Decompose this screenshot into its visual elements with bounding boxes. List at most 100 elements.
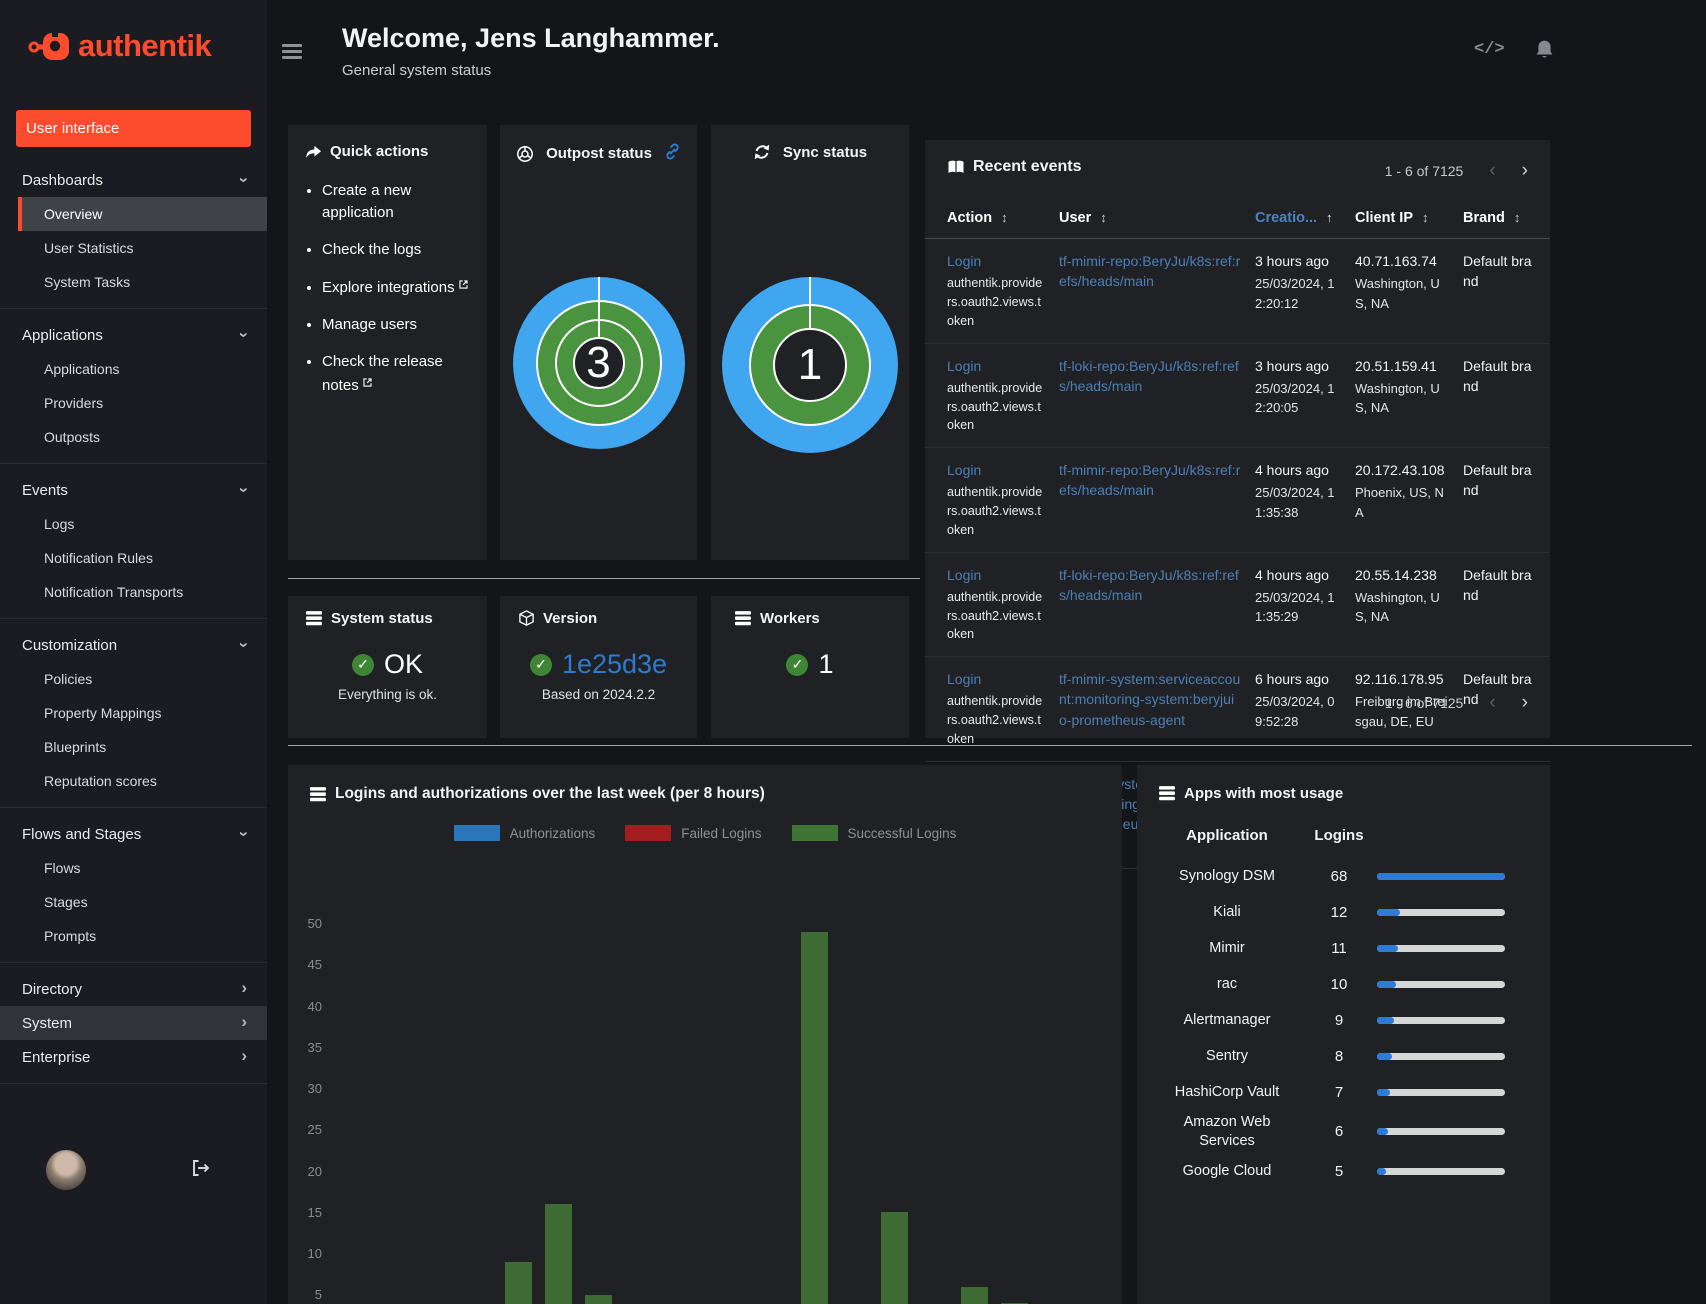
progress-fill	[1377, 1088, 1390, 1096]
event-user-cell: tf-loki-repo:BeryJu/k8s:ref:refs/heads/m…	[1059, 356, 1255, 436]
user-avatar[interactable]	[46, 1150, 86, 1190]
event-user-link[interactable]: tf-mimir-repo:BeryJu/k8s:ref:refs/heads/…	[1059, 462, 1240, 498]
menu-toggle-icon[interactable]	[282, 44, 302, 63]
event-date: 25/03/2024, 12:20:05	[1255, 380, 1335, 416]
events-column-brand[interactable]: Brand ↕	[1463, 210, 1547, 226]
sidebar-group-dashboards[interactable]: Dashboards ›	[0, 163, 267, 197]
sidebar-group-enterprise[interactable]: Enterprise ›	[0, 1040, 267, 1074]
sidebar-item-logs[interactable]: Logs	[0, 507, 267, 541]
quick-action-link-manage-users[interactable]: Manage users	[322, 316, 417, 333]
sidebar-group-label: System	[22, 1014, 73, 1032]
sidebar-item-notification-transports[interactable]: Notification Transports	[0, 575, 267, 609]
sidebar-group-events[interactable]: Events ›	[0, 473, 267, 507]
server-icon	[310, 786, 326, 801]
event-user-link[interactable]: tf-loki-repo:BeryJu/k8s:ref:refs/heads/m…	[1059, 358, 1239, 394]
sidebar-item-notification-rules[interactable]: Notification Rules	[0, 541, 267, 575]
recent-events-title: Recent events	[947, 158, 1082, 176]
sign-out-icon[interactable]	[190, 1158, 211, 1183]
sidebar-item-prompts[interactable]: Prompts	[0, 919, 267, 953]
user-interface-button[interactable]: User interface	[16, 110, 251, 147]
api-code-icon[interactable]: </>	[1474, 40, 1505, 59]
y-axis-tick: 40	[307, 998, 322, 1014]
chevron-down-icon: ›	[235, 487, 255, 493]
event-creation-cell: 4 hours ago 25/03/2024, 11:35:29	[1255, 565, 1355, 645]
event-action-link[interactable]: Login	[947, 253, 981, 269]
events-column-action[interactable]: Action ↕	[947, 210, 1059, 226]
authentik-logo: authentik	[0, 0, 267, 66]
sidebar-item-property-mappings[interactable]: Property Mappings	[0, 696, 267, 730]
notifications-bell-icon[interactable]	[1534, 39, 1555, 66]
event-user-cell: tf-loki-repo:BeryJu/k8s:ref:refs/heads/m…	[1059, 565, 1255, 645]
pagination-prev-icon[interactable]: ‹	[1489, 692, 1495, 714]
sidebar-item-system-tasks[interactable]: System Tasks	[0, 265, 267, 299]
event-relative-time: 3 hours ago	[1255, 357, 1329, 374]
version-value-link[interactable]: 1e25d3e	[562, 649, 667, 680]
app-usage-row-mimir: Mimir 11	[1137, 930, 1550, 966]
external-link-icon	[458, 277, 469, 294]
app-login-count: 11	[1331, 939, 1347, 957]
app-usage-row-hashicorp-vault: HashiCorp Vault 7	[1137, 1074, 1550, 1110]
app-usage-row-alertmanager: Alertmanager 9	[1137, 1002, 1550, 1038]
pagination-next-icon[interactable]: ›	[1522, 160, 1528, 182]
outpost-link-icon[interactable]	[664, 143, 681, 164]
event-action-link[interactable]: Login	[947, 671, 981, 687]
sidebar-item-flows[interactable]: Flows	[0, 851, 267, 885]
event-action-link[interactable]: Login	[947, 358, 981, 374]
events-column-user[interactable]: User ↕	[1059, 210, 1255, 226]
sort-ascending-icon: ↑	[1326, 210, 1333, 225]
sidebar-item-user-statistics[interactable]: User Statistics	[0, 231, 267, 265]
sidebar-divider	[0, 1083, 267, 1084]
sidebar-item-outposts[interactable]: Outposts	[0, 420, 267, 454]
progress-track	[1377, 1016, 1505, 1024]
sidebar-group-system[interactable]: System ›	[0, 1006, 267, 1040]
sidebar-group-flows-and-stages[interactable]: Flows and Stages ›	[0, 817, 267, 851]
app-login-count: 68	[1330, 867, 1348, 885]
event-action-detail: authentik.providers.oauth2.views.token	[947, 589, 1043, 642]
pagination-prev-icon[interactable]: ‹	[1489, 160, 1495, 182]
sidebar-item-applications[interactable]: Applications	[0, 352, 267, 386]
apps-usage-title: Apps with most usage	[1159, 785, 1343, 802]
sidebar-group-applications[interactable]: Applications ›	[0, 318, 267, 352]
sync-count: 1	[797, 340, 823, 389]
sync-status-card: Sync status 1	[711, 125, 909, 560]
event-action-cell: Login authentik.providers.oauth2.views.to…	[947, 251, 1059, 331]
event-ip: 20.55.14.238	[1355, 566, 1437, 583]
quick-action-link-create-a-new-application[interactable]: Create a new application	[322, 182, 411, 221]
event-action-cell: Login authentik.providers.oauth2.views.to…	[947, 669, 1059, 749]
progress-track	[1377, 1128, 1505, 1136]
sidebar-item-reputation-scores[interactable]: Reputation scores	[0, 764, 267, 798]
workers-title: Workers	[735, 610, 909, 627]
sidebar-group-customization[interactable]: Customization ›	[0, 628, 267, 662]
event-user-link[interactable]: tf-mimir-repo:BeryJu/k8s:ref:refs/heads/…	[1059, 253, 1240, 289]
events-pagination-top: 1 - 6 of 7125 ‹ ›	[1385, 160, 1528, 182]
sidebar-item-providers[interactable]: Providers	[0, 386, 267, 420]
sidebar-item-stages[interactable]: Stages	[0, 885, 267, 919]
event-action-detail: authentik.providers.oauth2.views.token	[947, 380, 1043, 433]
pagination-next-icon[interactable]: ›	[1522, 692, 1528, 714]
quick-action-link-explore-integrations[interactable]: Explore integrations	[322, 279, 455, 296]
app-name: Alertmanager	[1183, 1011, 1271, 1028]
sidebar-item-policies[interactable]: Policies	[0, 662, 267, 696]
quick-action-link-check-the-release-notes[interactable]: Check the release notes	[322, 353, 443, 394]
chart-bar	[961, 1286, 988, 1304]
event-user-link[interactable]: tf-mimir-system:serviceaccount:monitorin…	[1059, 671, 1240, 728]
sidebar-group-label: Directory	[22, 980, 83, 998]
event-brand: Default brand	[1463, 566, 1532, 603]
progress-track	[1377, 908, 1505, 916]
event-action-link[interactable]: Login	[947, 462, 981, 478]
quick-action-link-check-the-logs[interactable]: Check the logs	[322, 241, 421, 258]
sidebar-item-overview[interactable]: Overview	[18, 197, 267, 231]
sidebar-group-directory[interactable]: Directory ›	[0, 972, 267, 1006]
sidebar-group-label: Flows and Stages	[22, 825, 142, 843]
event-user-link[interactable]: tf-loki-repo:BeryJu/k8s:ref:refs/heads/m…	[1059, 567, 1239, 603]
event-location: Washington, US, NA	[1355, 589, 1440, 625]
quick-action-item: Check the release notes	[322, 351, 471, 397]
events-column-creatio-[interactable]: Creatio... ↑	[1255, 210, 1355, 226]
event-action-link[interactable]: Login	[947, 567, 981, 583]
events-column-client-ip[interactable]: Client IP ↕	[1355, 210, 1463, 226]
chevron-right-icon: ›	[241, 978, 247, 997]
sidebar-item-blueprints[interactable]: Blueprints	[0, 730, 267, 764]
y-axis-tick: 20	[307, 1163, 322, 1179]
version-detail: Based on 2024.2.2	[541, 687, 656, 702]
workers-value: 1	[818, 649, 834, 679]
